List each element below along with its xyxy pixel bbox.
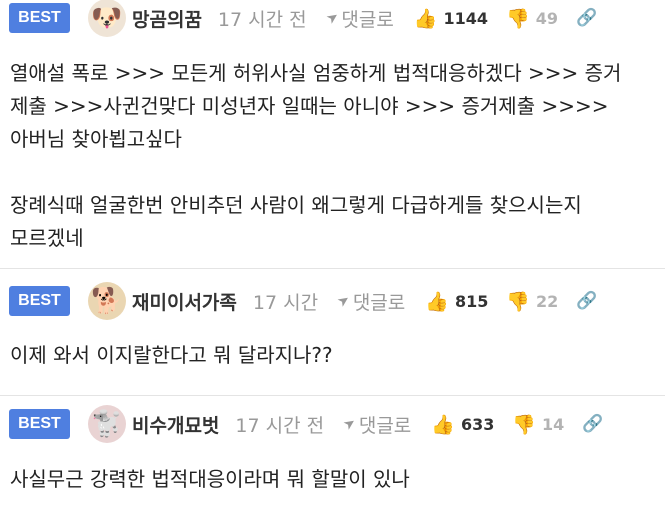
link-icon[interactable]: 🔗	[576, 8, 597, 28]
reply-button[interactable]: ➤ 댓글로	[334, 288, 406, 315]
downvote-button[interactable]: 👎 22	[506, 290, 558, 313]
downvote-button[interactable]: 👎 49	[506, 7, 558, 30]
comment-item: BEST 🐶 망곰의꿈 17 시간 전 ➤ 댓글로 👍 1144 👎 49 🔗 …	[0, 0, 665, 268]
upvote-button[interactable]: 👍 633	[431, 413, 494, 436]
best-badge: BEST	[9, 3, 70, 33]
thumbs-down-icon: 👎	[506, 7, 530, 30]
dog-icon[interactable]: 🐩	[88, 405, 126, 443]
best-badge: BEST	[9, 409, 70, 439]
thumbs-up-icon: 👍	[425, 290, 449, 313]
downvote-count: 49	[535, 8, 558, 28]
link-icon[interactable]: 🔗	[582, 414, 603, 434]
upvote-count: 815	[454, 291, 489, 311]
send-icon: ➤	[340, 414, 360, 434]
thumbs-up-icon: 👍	[413, 7, 438, 30]
thumbs-down-icon: 👎	[512, 413, 537, 436]
reply-button[interactable]: ➤ 댓글로	[323, 5, 394, 32]
puppy-icon[interactable]: 🐶	[88, 0, 126, 37]
comment-nickname[interactable]: 망곰의꿈	[132, 5, 202, 32]
comment-body: 사실무근 강력한 법적대응이라며 뭐 할말이 있나	[10, 467, 410, 491]
reply-label: 댓글로	[352, 291, 406, 314]
comment-header: BEST 🐕 재미이서가족 17 시간 ➤ 댓글로 👍 815 👎 22 🔗	[0, 282, 665, 320]
upvote-button[interactable]: 👍 1144	[414, 7, 488, 30]
reply-label: 댓글로	[341, 8, 394, 31]
comment-body: 이제 와서 이지랄한다고 뭐 달라지나??	[10, 343, 333, 367]
comment-time: 17 시간 전	[217, 8, 307, 31]
comment-item: BEST 🐩 비수개묘벗 17 시간 전 ➤ 댓글로 👍 633 👎 14 🔗 …	[0, 395, 665, 509]
comment-time: 17 시간 전	[235, 414, 325, 437]
comment-header: BEST 🐶 망곰의꿈 17 시간 전 ➤ 댓글로 👍 1144 👎 49 🔗	[0, 0, 665, 37]
comment-nickname[interactable]: 재미이서가족	[132, 288, 237, 315]
reply-button[interactable]: ➤ 댓글로	[340, 411, 412, 438]
comment-header: BEST 🐩 비수개묘벗 17 시간 전 ➤ 댓글로 👍 633 👎 14 🔗	[0, 405, 665, 443]
send-icon: ➤	[334, 291, 354, 311]
link-icon[interactable]: 🔗	[576, 291, 597, 311]
comment-time: 17 시간	[252, 291, 319, 314]
downvote-button[interactable]: 👎 14	[512, 413, 564, 436]
comment-body: 열애설 폭로 >>> 모든게 허위사실 엄중하게 법적대응하겠다 >>> 증거 …	[10, 61, 622, 250]
downvote-count: 14	[542, 414, 565, 434]
upvote-count: 633	[460, 414, 495, 434]
upvote-button[interactable]: 👍 815	[425, 290, 488, 313]
comment-item: BEST 🐕 재미이서가족 17 시간 ➤ 댓글로 👍 815 👎 22 🔗 이…	[0, 268, 665, 395]
comment-nickname[interactable]: 비수개묘벗	[132, 411, 219, 438]
send-icon: ➤	[323, 8, 342, 28]
best-badge: BEST	[9, 286, 70, 316]
upvote-count: 1144	[443, 8, 489, 28]
thumbs-up-icon: 👍	[431, 413, 455, 436]
downvote-count: 22	[536, 291, 559, 311]
chihuahua-icon[interactable]: 🐕	[88, 282, 126, 320]
reply-label: 댓글로	[358, 414, 412, 437]
thumbs-down-icon: 👎	[506, 290, 531, 313]
